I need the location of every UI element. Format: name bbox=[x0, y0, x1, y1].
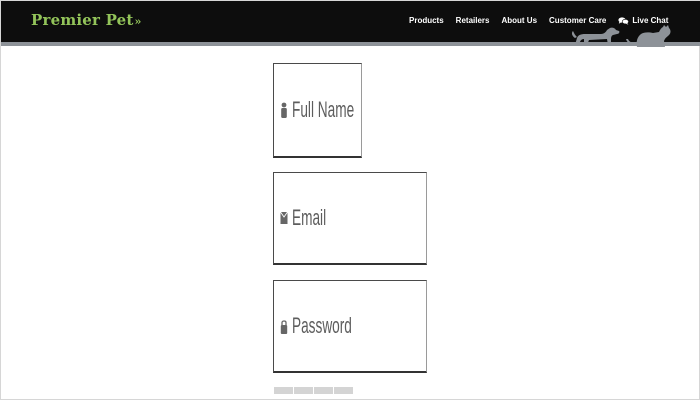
email-input[interactable] bbox=[292, 205, 404, 231]
email-field[interactable] bbox=[273, 172, 427, 265]
full-name-field[interactable] bbox=[273, 63, 404, 158]
loading-segment bbox=[274, 387, 293, 394]
brand-name: Premier Pet bbox=[31, 11, 134, 29]
loading-indicator bbox=[274, 387, 354, 394]
lock-icon bbox=[280, 320, 288, 334]
envelope-icon bbox=[280, 211, 288, 224]
loading-segment bbox=[314, 387, 333, 394]
page: Premier Pet » Products Retailers About U… bbox=[0, 0, 700, 400]
password-field[interactable] bbox=[273, 280, 427, 373]
nav-item-about-us[interactable]: About Us bbox=[501, 16, 537, 25]
loading-segment bbox=[334, 387, 353, 394]
loading-segment bbox=[294, 387, 313, 394]
site-header: Premier Pet » Products Retailers About U… bbox=[1, 1, 700, 47]
password-input[interactable] bbox=[292, 313, 404, 339]
nav-item-retailers[interactable]: Retailers bbox=[456, 16, 490, 25]
brand-mark: » bbox=[134, 15, 142, 28]
user-icon bbox=[281, 102, 287, 118]
brand-logo[interactable]: Premier Pet » bbox=[31, 11, 142, 29]
full-name-input[interactable] bbox=[292, 97, 404, 123]
nav-item-products[interactable]: Products bbox=[409, 16, 444, 25]
header-divider bbox=[1, 42, 700, 46]
